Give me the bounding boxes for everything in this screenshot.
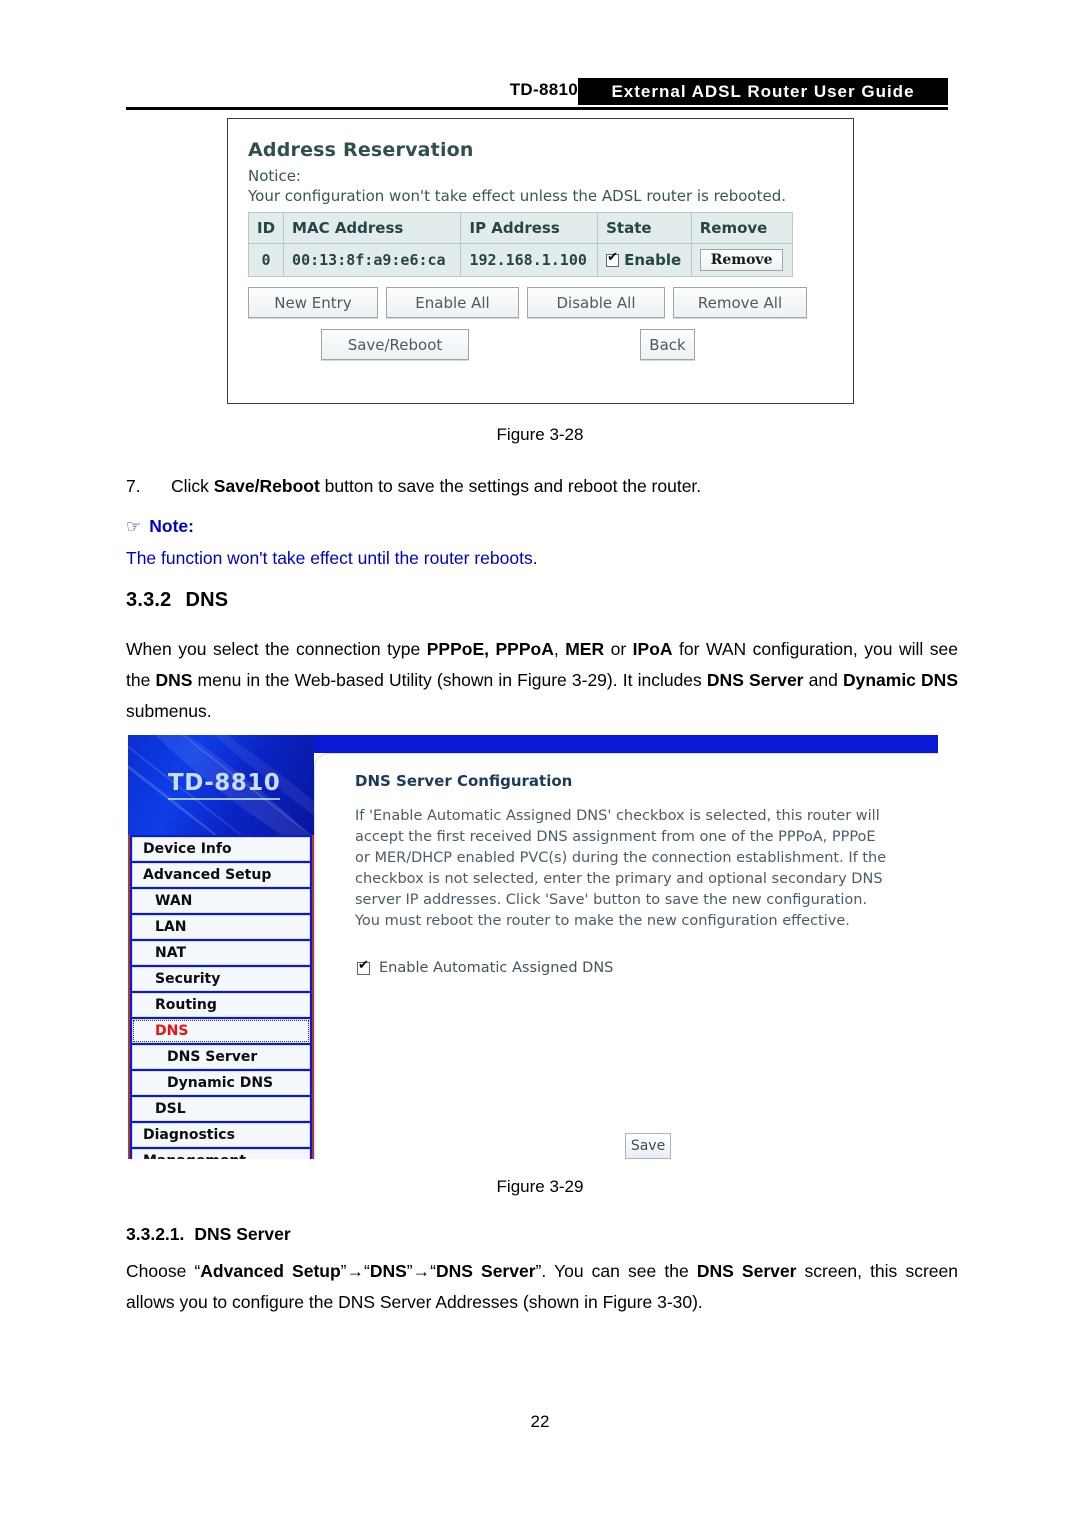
- enable-label: Enable: [624, 251, 682, 269]
- para2-b3: DNS Server: [435, 1261, 536, 1281]
- sidebar-item-device-info[interactable]: Device Info: [132, 837, 310, 861]
- column-header-ip: IP Address: [460, 212, 599, 244]
- enable-automatic-assigned-dns-label: Enable Automatic Assigned DNS: [379, 960, 614, 976]
- sidebar-item-diagnostics[interactable]: Diagnostics: [132, 1123, 310, 1147]
- dns-server-configuration-description: If 'Enable Automatic Assigned DNS' check…: [355, 808, 887, 929]
- para1-s1: When you select the connection type: [126, 639, 427, 659]
- sidebar-item-dns-server[interactable]: DNS Server: [132, 1045, 310, 1069]
- pointing-hand-icon: ☞: [126, 517, 142, 537]
- step-7-text: 7. Click Save/Reboot button to save the …: [126, 471, 956, 502]
- action-button-row: New Entry Enable All Disable All Remove …: [248, 287, 835, 318]
- cell-ip: 192.168.1.100: [460, 243, 599, 277]
- router-brand-logo: TD-8810: [168, 770, 281, 800]
- section-3-3-2-1-heading: 3.3.2.1. DNS Server: [126, 1224, 291, 1245]
- header-model-label: TD-8810: [509, 80, 578, 99]
- figure-3-28-screenshot: Address Reservation Notice: Your configu…: [227, 118, 854, 404]
- para1-s2: ,: [553, 639, 566, 659]
- sidebar-item-management[interactable]: Management: [132, 1149, 310, 1159]
- note-label-text: Note:: [149, 516, 194, 536]
- section-3-3-2-1-paragraph: Choose “Advanced Setup”→“DNS”→“DNS Serve…: [126, 1256, 958, 1318]
- para1-b3: IPoA: [632, 639, 673, 659]
- remove-button[interactable]: Remove: [699, 249, 784, 271]
- para2-b2: DNS: [369, 1261, 407, 1281]
- para1-s7: submenus.: [126, 701, 212, 721]
- new-entry-button[interactable]: New Entry: [248, 287, 378, 318]
- notice-label: Notice:: [248, 167, 301, 185]
- sidebar-item-wan[interactable]: WAN: [132, 889, 310, 913]
- enable-automatic-assigned-dns-row[interactable]: Enable Automatic Assigned DNS: [357, 959, 938, 976]
- para2-b4: DNS Server: [696, 1261, 797, 1281]
- section-3-3-2-number: 3.3.2: [126, 589, 172, 611]
- back-button[interactable]: Back: [640, 329, 695, 360]
- cell-mac: 00:13:8f:a9:e6:ca: [283, 243, 462, 277]
- header-title-banner: External ADSL Router User Guide: [578, 78, 948, 105]
- figure-3-29-caption: Figure 3-29: [496, 1177, 584, 1196]
- enable-automatic-assigned-dns-checkbox[interactable]: [357, 959, 370, 975]
- para1-b6: Dynamic DNS: [842, 670, 958, 690]
- cell-id: 0: [247, 243, 285, 277]
- para1-b5: DNS Server: [706, 670, 804, 690]
- note-text: The function won't take effect until the…: [126, 548, 538, 568]
- router-content-panel: DNS Server Configuration If 'Enable Auto…: [314, 753, 938, 1159]
- para1-b1: PPPoE, PPPoA: [426, 639, 554, 659]
- section-3-3-2-1-number: 3.3.2.1.: [126, 1224, 185, 1244]
- router-sidebar-nav: Device Info Advanced Setup WAN LAN NAT S…: [128, 835, 314, 1159]
- router-ui-brand-banner: TD-8810: [128, 735, 314, 835]
- column-header-id: ID: [247, 212, 285, 244]
- save-button[interactable]: Save: [625, 1133, 671, 1159]
- section-3-3-2-heading: 3.3.2 DNS: [126, 589, 228, 612]
- column-header-mac: MAC Address: [283, 212, 462, 244]
- step-7-number: 7.: [126, 476, 141, 496]
- cell-remove: Remove: [690, 243, 794, 277]
- sidebar-item-advanced-setup[interactable]: Advanced Setup: [132, 863, 310, 887]
- para1-s3: or: [604, 639, 633, 659]
- section-3-3-2-paragraph: When you select the connection type PPPo…: [126, 634, 958, 727]
- step-7-after: button to save the settings and reboot t…: [319, 476, 702, 496]
- header-rule: [126, 107, 948, 110]
- save-button-row: Save/Reboot Back: [248, 329, 835, 363]
- notice-text: Your configuration won't take effect unl…: [248, 187, 787, 205]
- para2-b1: Advanced Setup: [200, 1261, 341, 1281]
- para2-s2: ”→“: [340, 1261, 370, 1281]
- para2-s3: ”→“: [406, 1261, 436, 1281]
- step-7-bold: Save/Reboot: [213, 476, 320, 496]
- enable-checkbox[interactable]: [606, 251, 620, 267]
- address-reservation-table: ID MAC Address IP Address State Remove 0…: [247, 212, 794, 277]
- figure-3-29-screenshot: TD-8810 Device Info Advanced Setup WAN L…: [128, 735, 938, 1159]
- note-label: ☞ Note:: [126, 516, 194, 537]
- step-7-body: Click Save/Reboot button to save the set…: [171, 471, 956, 502]
- column-header-remove: Remove: [690, 212, 794, 244]
- para1-b2: MER: [565, 639, 605, 659]
- step-7-before: Click: [171, 476, 214, 496]
- table-row: 0 00:13:8f:a9:e6:ca 192.168.1.100 Enable…: [247, 243, 794, 277]
- section-3-3-2-1-title: DNS Server: [194, 1224, 291, 1244]
- sidebar-item-lan[interactable]: LAN: [132, 915, 310, 939]
- save-reboot-button[interactable]: Save/Reboot: [321, 329, 469, 360]
- remove-all-button[interactable]: Remove All: [673, 287, 807, 318]
- sidebar-item-security[interactable]: Security: [132, 967, 310, 991]
- sidebar-item-dynamic-dns[interactable]: Dynamic DNS: [132, 1071, 310, 1095]
- address-reservation-title: Address Reservation: [248, 139, 474, 161]
- disable-all-button[interactable]: Disable All: [527, 287, 665, 318]
- table-header-row: ID MAC Address IP Address State Remove: [247, 212, 794, 244]
- sidebar-item-dsl[interactable]: DSL: [132, 1097, 310, 1121]
- sidebar-item-dns[interactable]: DNS: [132, 1019, 310, 1043]
- figure-3-28-caption: Figure 3-28: [496, 425, 584, 444]
- sidebar-item-nat[interactable]: NAT: [132, 941, 310, 965]
- sidebar-item-routing[interactable]: Routing: [132, 993, 310, 1017]
- para2-s4: ”. You can see the: [535, 1261, 697, 1281]
- dns-server-configuration-title: DNS Server Configuration: [355, 772, 573, 790]
- section-3-3-2-title: DNS: [185, 589, 229, 611]
- para1-b4: DNS: [155, 670, 193, 690]
- para1-s6: and: [803, 670, 843, 690]
- para1-s5: menu in the Web-based Utility (shown in …: [192, 670, 707, 690]
- column-header-state: State: [597, 212, 692, 244]
- para2-s1: Choose “: [126, 1261, 201, 1281]
- page-number: 22: [530, 1412, 550, 1431]
- cell-state: Enable: [597, 243, 692, 277]
- enable-all-button[interactable]: Enable All: [386, 287, 519, 318]
